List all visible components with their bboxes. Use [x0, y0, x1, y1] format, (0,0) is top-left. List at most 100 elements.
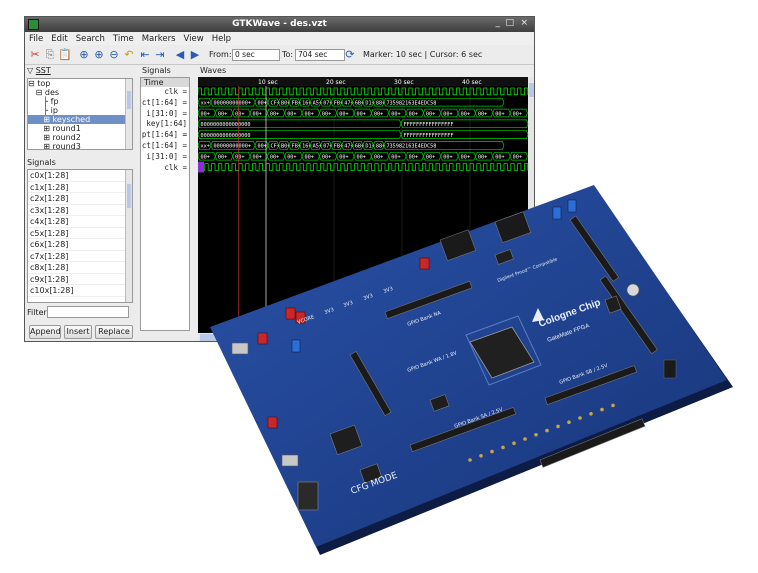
tree-expander-icon[interactable]: ⊞	[28, 142, 53, 149]
paste-icon[interactable]: 📋	[58, 48, 72, 61]
from-input[interactable]: 0 sec	[232, 49, 280, 61]
zoom-in-icon[interactable]: ⊕	[92, 48, 106, 61]
test-pad	[512, 441, 516, 446]
zoom-end-icon[interactable]: ⇥	[153, 48, 167, 61]
menu-markers[interactable]: Markers	[142, 34, 176, 44]
tree-expander-icon[interactable]: ⊞	[28, 133, 53, 142]
tree-expander-icon[interactable]: ⊟	[28, 79, 37, 88]
signal-list-item[interactable]: c3x[1:28]	[28, 205, 132, 216]
tree-node[interactable]: ⊞ round2	[28, 133, 132, 142]
tree-node[interactable]: ⊞ round1	[28, 124, 132, 133]
test-pad	[567, 420, 571, 425]
zoom-start-icon[interactable]: ⇤	[138, 48, 152, 61]
signal-list-item[interactable]: c1x[1:28]	[28, 182, 132, 193]
bus-value-label: 00+	[339, 155, 348, 161]
maximize-button[interactable]: □	[505, 18, 514, 28]
menu-search[interactable]: Search	[76, 34, 105, 44]
signals-pane: Signals Time clk = ct[1:64] = i[31:0] = key…	[140, 66, 197, 341]
signal-list-item[interactable]: c8x[1:28]	[28, 262, 132, 274]
zoom-out-icon[interactable]: ⊖	[107, 48, 121, 61]
time-tick-label: 40 sec	[462, 79, 482, 86]
signal-name[interactable]: i[31:0] =	[141, 109, 189, 120]
zoom-fit-icon[interactable]: ⊕	[77, 48, 91, 61]
bus-value-label: 16+	[302, 101, 311, 107]
bus-value-label: 00+	[461, 111, 470, 117]
signal-name[interactable]: pt[1:64] =	[141, 130, 189, 141]
signals-list-scrollbar[interactable]	[125, 170, 132, 302]
reload-icon[interactable]: ⟳	[343, 48, 357, 61]
cut-icon[interactable]: ✂	[28, 48, 42, 61]
signal-name[interactable]: ct[1:64] =	[141, 98, 189, 109]
tree-scrollbar[interactable]	[125, 79, 132, 149]
signal-name[interactable]: clk =	[141, 87, 189, 98]
signal-list-item[interactable]: c2x[1:28]	[28, 193, 132, 205]
bus-value-label: 00+	[357, 155, 366, 161]
gpio-header	[599, 275, 658, 355]
bus-value-label: 00+	[270, 155, 279, 161]
bus-value-label: 00+	[339, 111, 348, 117]
tree-expander-icon[interactable]: ⊞	[28, 124, 53, 133]
dip-switch	[297, 481, 319, 511]
next-edge-icon[interactable]: ▶	[188, 48, 202, 61]
signal-name[interactable]: key[1:64] =	[141, 119, 189, 139]
jumper	[267, 416, 278, 429]
tree-node[interactable]: ⊞ round3	[28, 142, 132, 149]
test-pad	[523, 437, 527, 441]
waves-hscrollbar	[198, 333, 534, 341]
append-button[interactable]: Append	[29, 325, 61, 339]
tree-node[interactable]: ├ fp	[28, 97, 132, 106]
minimize-button[interactable]: _	[496, 18, 501, 28]
bus-value-label: 00+	[443, 155, 452, 161]
bus-value-label: 00+	[235, 155, 244, 161]
usb-connector	[231, 342, 249, 355]
menu-edit[interactable]: Edit	[51, 34, 67, 44]
bus-value-label: 0000000000000000	[201, 133, 251, 139]
tree-expander-icon[interactable]: ├	[28, 97, 51, 106]
signal-name[interactable]: clk =	[141, 163, 189, 174]
waveform-canvas[interactable]: 10 sec 20 sec 30 sec 40 secxx+ 00000000000+ 0…	[198, 77, 535, 342]
menu-file[interactable]: File	[29, 34, 43, 44]
tree-node[interactable]: ├ ip	[28, 106, 132, 115]
usb-connector	[281, 454, 299, 467]
prev-edge-icon[interactable]: ◀	[173, 48, 187, 61]
signal-list-item[interactable]: c10x[1:28]	[28, 285, 132, 297]
tree-expander-icon[interactable]: ├	[28, 106, 51, 115]
bus-value-label: B0+	[281, 101, 290, 107]
bus-value-label: CF+	[271, 101, 280, 107]
tree-expander-icon[interactable]: ⊟	[28, 88, 45, 97]
tree-node[interactable]: ⊟ des	[28, 88, 132, 97]
bus-value-label: 00+	[218, 155, 227, 161]
signal-list-item[interactable]: c6x[1:28]	[28, 239, 132, 251]
signals-pane-header: Signals	[142, 66, 171, 75]
signal-list-item[interactable]: c9x[1:28]	[28, 274, 132, 285]
signal-name[interactable]: i[31:0] =	[141, 152, 189, 163]
menu-help[interactable]: Help	[212, 34, 231, 44]
to-input[interactable]: 704 sec	[295, 49, 345, 61]
tree-expander-icon[interactable]: ⊞	[28, 115, 53, 124]
replace-button[interactable]: Replace	[95, 325, 133, 339]
signal-list-item[interactable]: c0x[1:28]	[28, 170, 132, 182]
insert-button[interactable]: Insert	[64, 325, 92, 339]
undo-zoom-icon[interactable]: ↶	[122, 48, 136, 61]
waves-vscrollbar	[528, 77, 534, 333]
close-button[interactable]: ×	[520, 18, 528, 28]
marker-cursor-status: Marker: 10 sec | Cursor: 6 sec	[363, 50, 483, 59]
tree-node[interactable]: ⊞ keysched	[28, 115, 132, 124]
signal-name[interactable]: ct[1:64] =	[141, 141, 189, 152]
tree-node[interactable]: ⊟ top	[28, 79, 132, 88]
sst-header[interactable]: ▽ SST	[25, 66, 137, 76]
tree-node-label: round2	[52, 133, 81, 142]
waves-hscroll-thumb	[200, 334, 228, 341]
menu-view[interactable]: View	[184, 34, 204, 44]
signal-list-item[interactable]: c4x[1:28]	[28, 216, 132, 228]
bus-value-label: 88+	[376, 101, 385, 107]
copy-icon[interactable]: ⎘	[43, 48, 57, 61]
filter-input[interactable]	[47, 306, 129, 318]
signals-list: c0x[1:28] c1x[1:28] c2x[1:28] c3x[1:28] c4x[…	[27, 169, 133, 303]
bus-value-label: 00+	[270, 111, 279, 117]
signal-list-item[interactable]: c7x[1:28]	[28, 251, 132, 262]
signal-list-item[interactable]: c5x[1:28]	[28, 228, 132, 239]
menu-time[interactable]: Time	[113, 34, 134, 44]
waves-header: Waves	[200, 66, 227, 75]
tree-node-label: fp	[50, 97, 59, 106]
